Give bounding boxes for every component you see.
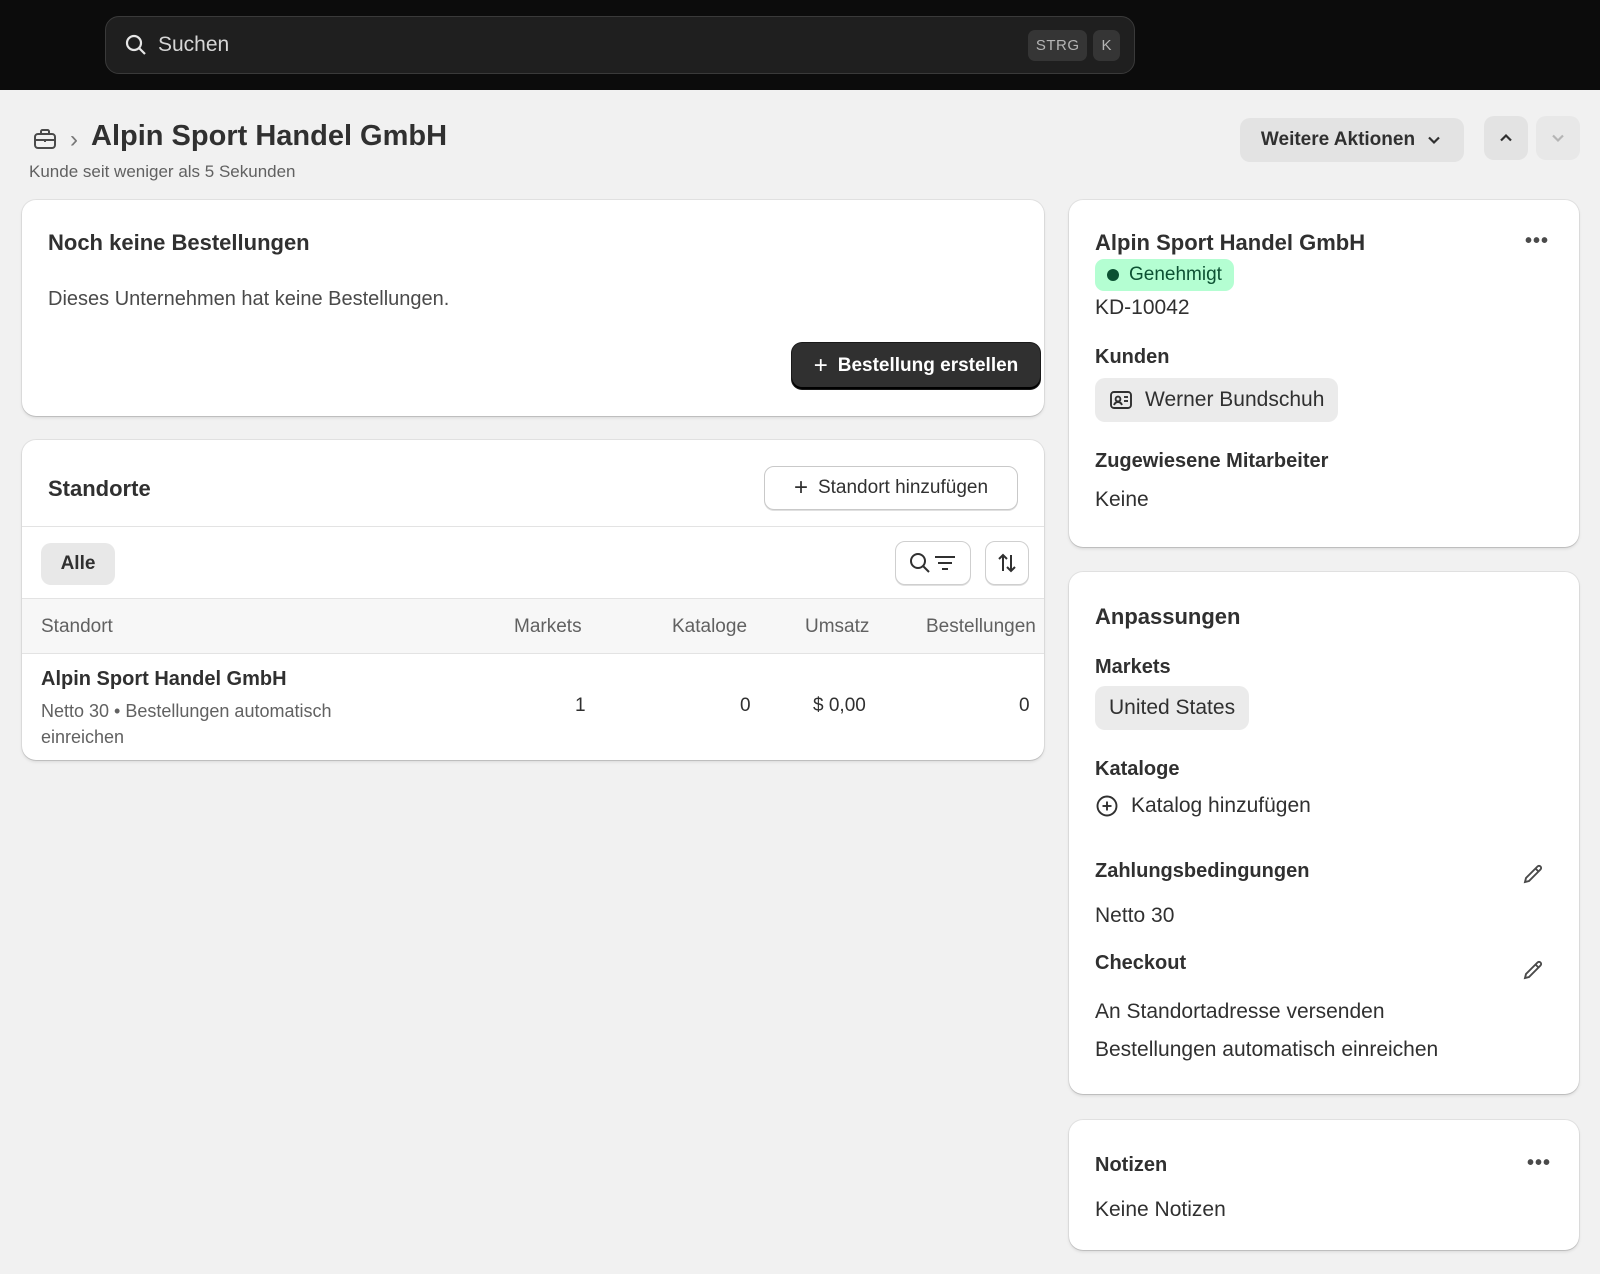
location-revenue: $ 0,00: [813, 695, 866, 716]
location-orders: 0: [1019, 695, 1030, 716]
column-header-orders[interactable]: Bestellungen: [926, 616, 1036, 638]
search-icon: [910, 553, 930, 573]
notes-value: Keine Notizen: [1095, 1198, 1226, 1221]
top-bar: Suchen STRG K: [0, 0, 1600, 90]
assigned-staff-value: Keine: [1095, 488, 1149, 511]
breadcrumb-chevron-icon: ›: [70, 126, 78, 153]
orders-card: Noch keine Bestellungen Dieses Unternehm…: [22, 200, 1044, 416]
next-record-button[interactable]: [1536, 116, 1580, 160]
catalogs-label: Kataloge: [1095, 758, 1180, 780]
shortcut-key-k: K: [1093, 29, 1120, 61]
column-header-revenue[interactable]: Umsatz: [805, 616, 869, 638]
market-chip[interactable]: United States: [1095, 686, 1250, 730]
chevron-down-icon: [1428, 136, 1440, 145]
more-actions-label: Weitere Aktionen: [1260, 129, 1416, 150]
create-order-label: Bestellung erstellen: [837, 355, 1019, 376]
plus-circle-icon: [1096, 795, 1118, 817]
company-briefcase-icon[interactable]: [32, 126, 58, 152]
chevron-up-icon: [1500, 133, 1512, 142]
sort-arrows-icon: [998, 553, 1016, 573]
payment-terms-value: Netto 30: [1095, 904, 1175, 927]
previous-record-button[interactable]: [1484, 116, 1528, 160]
status-label: Genehmigt: [1129, 264, 1222, 285]
customer-chip[interactable]: Werner Bundschuh: [1095, 378, 1339, 422]
locations-card: Standorte + Standort hinzufügen Alle Sta…: [22, 440, 1044, 760]
location-name[interactable]: Alpin Sport Handel GmbH: [41, 668, 287, 691]
markets-label: Markets: [1095, 656, 1171, 678]
search-placeholder: Suchen: [158, 33, 230, 56]
contact-card-icon: [1110, 391, 1132, 409]
page-subtitle: Kunde seit weniger als 5 Sekunden: [29, 162, 296, 181]
filter-bar: Alle: [22, 526, 1044, 598]
more-actions-button[interactable]: Weitere Aktionen: [1240, 118, 1464, 162]
customization-title: Anpassungen: [1095, 604, 1241, 629]
market-name: United States: [1109, 696, 1236, 719]
column-header-markets[interactable]: Markets: [514, 616, 582, 638]
page-title: Alpin Sport Handel GmbH: [91, 120, 448, 152]
orders-empty-message: Dieses Unternehmen hat keine Bestellunge…: [48, 288, 450, 310]
column-header-location[interactable]: Standort: [41, 616, 113, 638]
add-catalog-label: Katalog hinzufügen: [1131, 794, 1311, 817]
create-order-button[interactable]: + Bestellung erstellen: [792, 343, 1040, 389]
notes-card: Notizen ••• Keine Notizen: [1069, 1120, 1579, 1250]
add-location-button[interactable]: + Standort hinzufügen: [764, 466, 1018, 510]
assigned-staff-label: Zugewiesene Mitarbeiter: [1095, 450, 1329, 472]
filter-lines-icon: [935, 556, 955, 570]
table-header: Standort Markets Kataloge Umsatz Bestell…: [22, 598, 1044, 654]
more-options-icon[interactable]: •••: [1527, 1152, 1551, 1175]
customer-name: Werner Bundschuh: [1145, 388, 1325, 411]
shortcut-key-ctrl: STRG: [1027, 29, 1088, 61]
plus-icon: +: [813, 352, 828, 379]
column-header-catalogs[interactable]: Kataloge: [672, 616, 747, 638]
page-header: › Alpin Sport Handel GmbH Kunde seit wen…: [0, 90, 1600, 200]
search-filter-button[interactable]: [895, 541, 971, 585]
table-row[interactable]: Alpin Sport Handel GmbH Netto 30 • Beste…: [22, 654, 1044, 760]
orders-title: Noch keine Bestellungen: [48, 230, 310, 255]
checkout-label: Checkout: [1095, 952, 1187, 974]
add-location-label: Standort hinzufügen: [817, 477, 989, 498]
payment-terms-label: Zahlungsbedingungen: [1095, 860, 1310, 882]
location-markets: 1: [575, 695, 586, 716]
notes-title: Notizen: [1095, 1154, 1168, 1176]
customization-card: Anpassungen Markets United States Katalo…: [1069, 572, 1579, 1094]
status-dot-icon: [1107, 269, 1119, 281]
location-catalogs: 0: [740, 695, 751, 716]
locations-title: Standorte: [48, 476, 151, 501]
search-bar[interactable]: Suchen STRG K: [105, 16, 1135, 74]
company-summary-card: Alpin Sport Handel GmbH ••• Genehmigt KD…: [1069, 200, 1579, 547]
edit-checkout-pencil-icon[interactable]: [1521, 958, 1545, 982]
customer-id: KD-10042: [1095, 296, 1190, 319]
search-icon: [125, 34, 146, 55]
company-name: Alpin Sport Handel GmbH: [1095, 230, 1366, 255]
chevron-down-icon: [1552, 134, 1564, 143]
add-catalog-link[interactable]: Katalog hinzufügen: [1095, 794, 1311, 818]
more-options-icon[interactable]: •••: [1525, 230, 1549, 253]
location-details: Netto 30 • Bestellungen automatisch einr…: [41, 701, 332, 747]
plus-icon: +: [793, 474, 808, 501]
sort-button[interactable]: [985, 541, 1029, 585]
edit-payment-pencil-icon[interactable]: [1521, 862, 1545, 886]
status-badge: Genehmigt: [1095, 259, 1234, 291]
checkout-ship-to-location: An Standortadresse versenden: [1095, 1000, 1385, 1023]
customers-label: Kunden: [1095, 346, 1170, 368]
checkout-auto-submit: Bestellungen automatisch einreichen: [1095, 1038, 1439, 1061]
filter-tab-all[interactable]: Alle: [41, 543, 115, 585]
